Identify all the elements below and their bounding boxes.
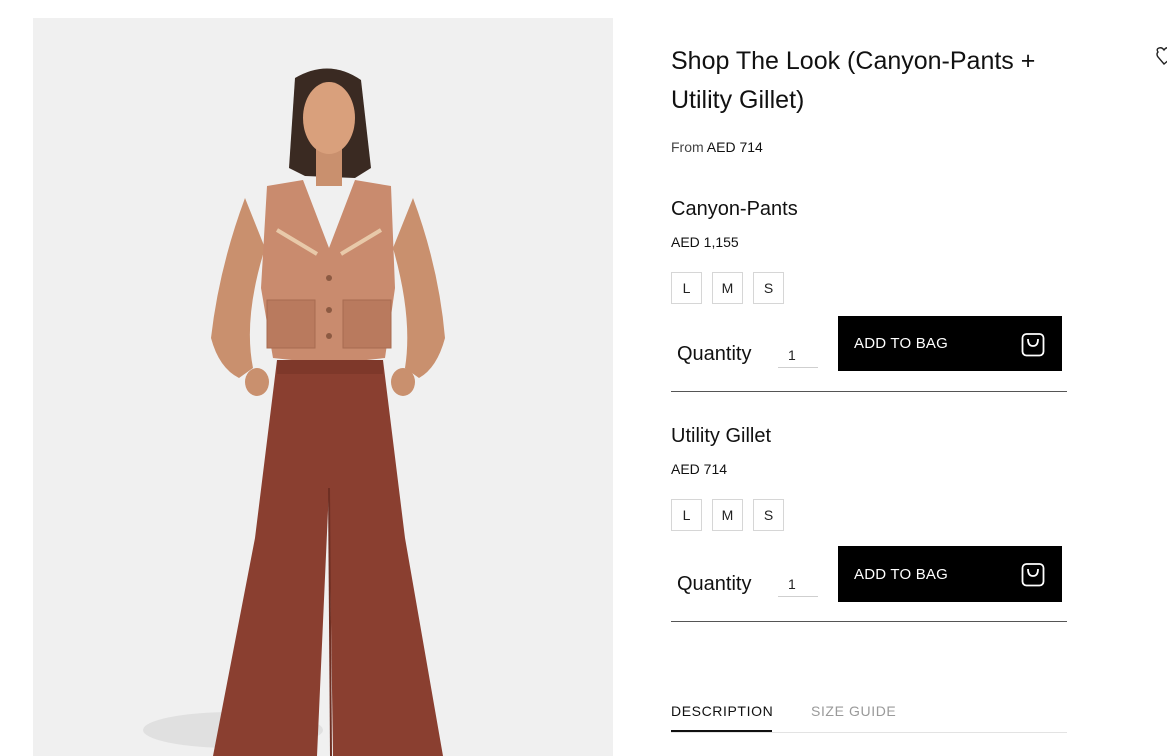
shopping-bag-icon	[1020, 331, 1046, 357]
product-info-tabs: DESCRIPTION SIZE GUIDE	[671, 703, 1067, 733]
quantity-label: Quantity	[677, 343, 752, 365]
size-selector: L M S	[671, 499, 784, 531]
wishlist-button[interactable]	[1156, 46, 1167, 66]
from-label: From	[671, 139, 704, 155]
size-option-s[interactable]: S	[753, 272, 784, 304]
from-price: From AED 714	[671, 139, 763, 155]
page-title: Shop The Look (Canyon-Pants + Utility Gi…	[671, 47, 1036, 114]
add-to-bag-button[interactable]: ADD TO BAG	[838, 546, 1062, 602]
size-selector: L M S	[671, 272, 784, 304]
divider	[671, 621, 1067, 622]
size-option-m[interactable]: M	[712, 499, 743, 531]
add-to-bag-label: ADD TO BAG	[854, 335, 948, 352]
add-to-bag-label: ADD TO BAG	[854, 565, 948, 583]
item-price: AED 714	[671, 461, 728, 477]
from-price-value: AED 714	[706, 139, 763, 155]
tab-description[interactable]: DESCRIPTION	[671, 703, 773, 732]
divider	[671, 391, 1067, 392]
add-to-bag-button[interactable]: ADD TO BAG	[838, 316, 1062, 371]
item-name: Utility Gillet	[671, 425, 772, 447]
model-photo	[143, 68, 445, 756]
product-image[interactable]	[33, 18, 613, 756]
tab-size-guide[interactable]: SIZE GUIDE	[811, 703, 896, 719]
product-details: Shop The Look (Canyon-Pants + Utility Gi…	[671, 0, 1071, 756]
item-name: Canyon-Pants	[671, 198, 798, 220]
size-option-s[interactable]: S	[753, 499, 784, 531]
heart-icon	[1156, 47, 1167, 65]
shopping-bag-icon	[1020, 561, 1046, 587]
quantity-label: Quantity	[677, 573, 752, 595]
size-option-l[interactable]: L	[671, 272, 702, 304]
size-option-m[interactable]: M	[712, 272, 743, 304]
size-option-l[interactable]: L	[671, 499, 702, 531]
quantity-input[interactable]	[778, 342, 818, 368]
quantity-input[interactable]	[778, 571, 818, 597]
item-price: AED 1,155	[671, 234, 739, 250]
